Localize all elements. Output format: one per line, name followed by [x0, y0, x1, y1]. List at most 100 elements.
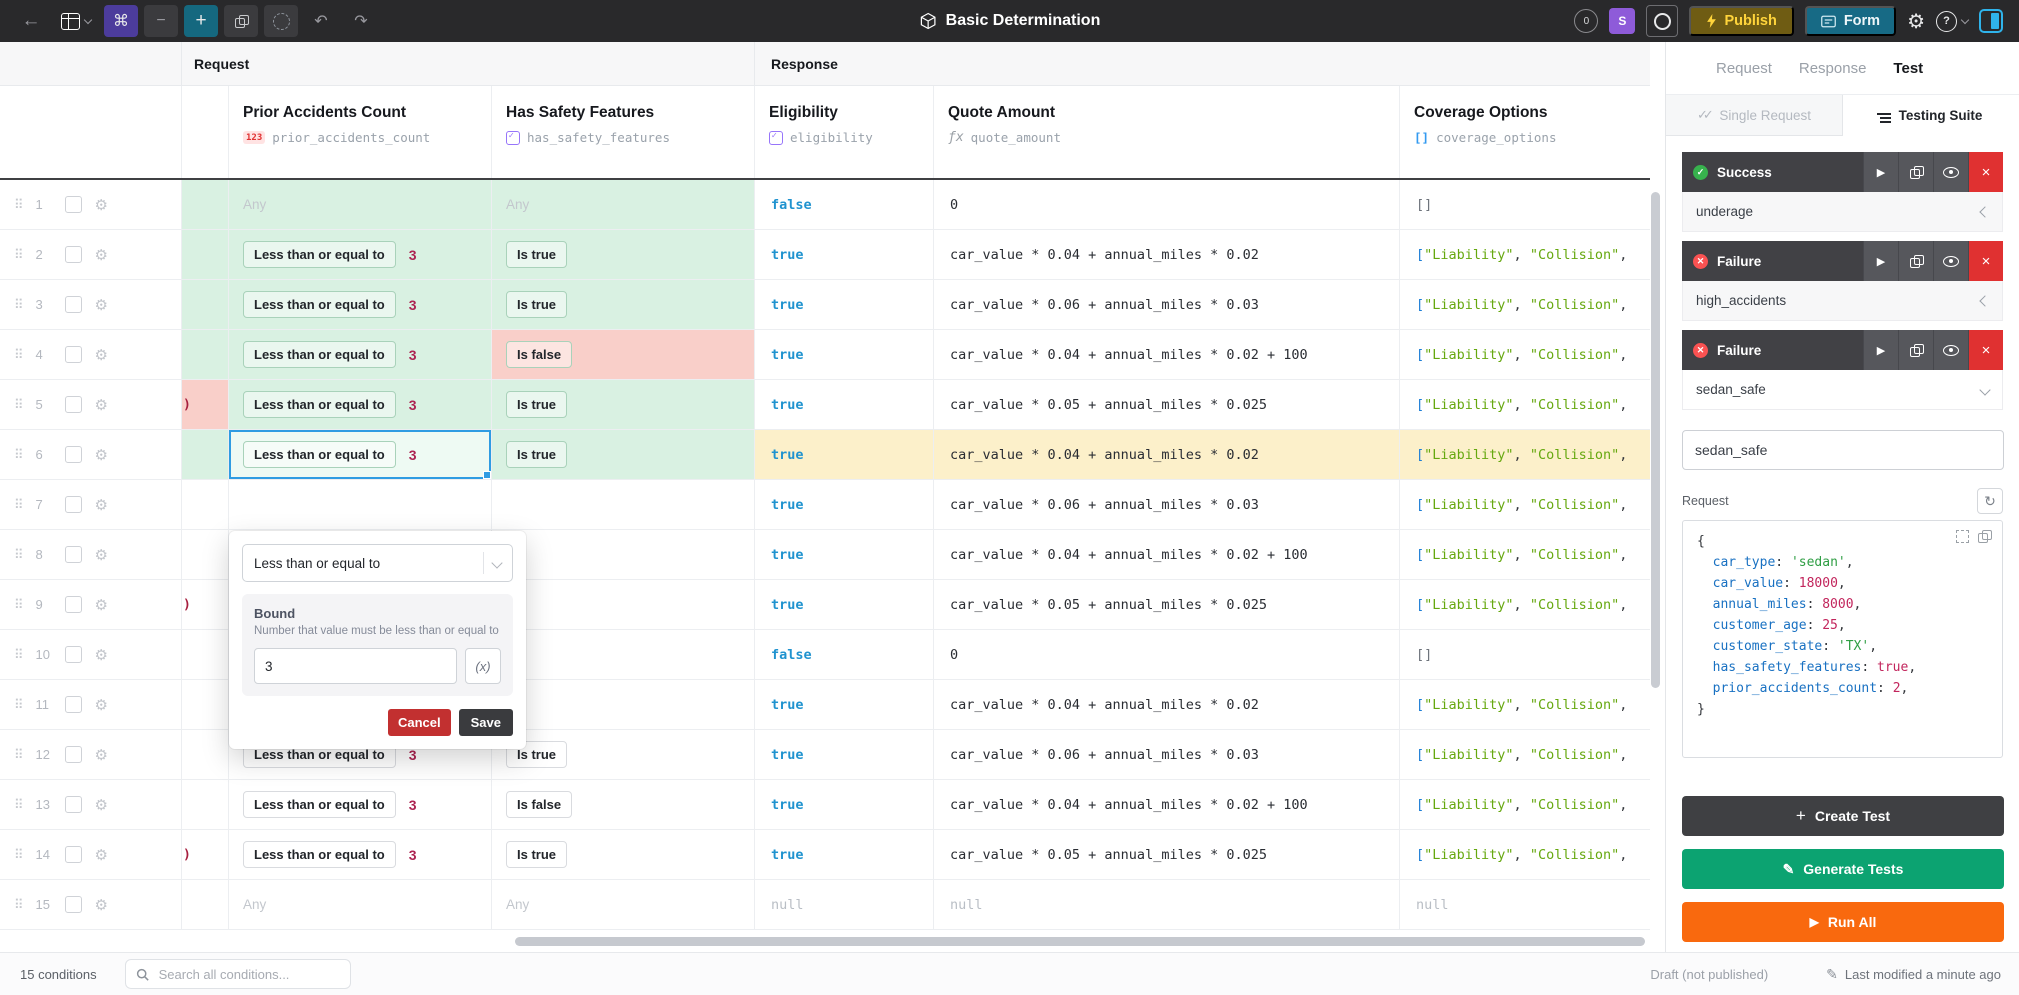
drag-handle-icon[interactable]: ⠿ — [14, 247, 23, 263]
prior-accidents-cell[interactable]: Less than or equal to3 — [229, 830, 492, 879]
back-icon[interactable]: ← — [14, 5, 48, 37]
row-settings-icon[interactable]: ⚙ — [95, 646, 108, 664]
safety-features-cell[interactable]: Is true — [492, 230, 755, 279]
safety-features-cell[interactable] — [492, 480, 755, 529]
quote-amount-cell[interactable]: car_value * 0.06 + annual_miles * 0.03 — [934, 480, 1400, 529]
eligibility-cell[interactable]: true — [755, 580, 934, 629]
bound-input[interactable] — [254, 648, 457, 684]
row-checkbox[interactable] — [65, 296, 82, 313]
drag-handle-icon[interactable]: ⠿ — [14, 547, 23, 563]
safety-features-cell[interactable] — [492, 630, 755, 679]
coverage-options-cell[interactable]: ["Liability", "Collision", — [1400, 380, 1650, 429]
eligibility-cell[interactable]: true — [755, 330, 934, 379]
prior-accidents-cell[interactable]: Any — [229, 880, 492, 929]
safety-features-cell[interactable]: Is true — [492, 430, 755, 479]
safety-features-cell[interactable]: Is true — [492, 830, 755, 879]
prior-accidents-cell[interactable]: Less than or equal to3 — [229, 330, 492, 379]
duplicate-test-button[interactable] — [1898, 241, 1933, 281]
row-checkbox[interactable] — [65, 896, 82, 913]
settings-gear-icon[interactable]: ⚙ — [1907, 9, 1925, 34]
view-test-button[interactable] — [1933, 330, 1968, 370]
coverage-options-cell[interactable]: ["Liability", "Collision", — [1400, 730, 1650, 779]
prior-accidents-cell[interactable]: Less than or equal to3 — [229, 280, 492, 329]
form-button[interactable]: Form — [1805, 6, 1896, 36]
eligibility-cell[interactable]: true — [755, 280, 934, 329]
quote-amount-cell[interactable]: 0 — [934, 180, 1400, 229]
search-box[interactable] — [125, 959, 351, 989]
row-settings-icon[interactable]: ⚙ — [95, 746, 108, 764]
run-test-button[interactable]: ▶ — [1863, 241, 1898, 281]
eligibility-cell[interactable]: true — [755, 380, 934, 429]
coverage-options-cell[interactable]: ["Liability", "Collision", — [1400, 530, 1650, 579]
row-settings-icon[interactable]: ⚙ — [95, 496, 108, 514]
drag-handle-icon[interactable]: ⠿ — [14, 697, 23, 713]
generate-tests-button[interactable]: ✎Generate Tests — [1682, 849, 2004, 889]
remove-row-button[interactable]: − — [144, 5, 178, 37]
quote-amount-cell[interactable]: car_value * 0.04 + annual_miles * 0.02 — [934, 680, 1400, 729]
row-checkbox[interactable] — [65, 646, 82, 663]
prior-accidents-cell[interactable]: Less than or equal to3 — [229, 380, 492, 429]
tab-test[interactable]: Test — [1893, 60, 1923, 77]
coverage-options-cell[interactable]: ["Liability", "Collision", — [1400, 330, 1650, 379]
test-name-row[interactable]: underage — [1682, 192, 2003, 232]
run-test-button[interactable]: ▶ — [1863, 330, 1898, 370]
test-name-row[interactable]: sedan_safe — [1682, 370, 2003, 410]
tab-request[interactable]: Request — [1716, 60, 1772, 77]
eligibility-cell[interactable]: false — [755, 630, 934, 679]
quote-amount-cell[interactable]: car_value * 0.05 + annual_miles * 0.025 — [934, 830, 1400, 879]
safety-features-cell[interactable]: Is true — [492, 380, 755, 429]
row-checkbox[interactable] — [65, 846, 82, 863]
safety-features-cell[interactable] — [492, 530, 755, 579]
drag-handle-icon[interactable]: ⠿ — [14, 347, 23, 363]
add-row-button[interactable]: + — [184, 5, 218, 37]
subtab-testing-suite[interactable]: Testing Suite — [1842, 95, 2019, 136]
row-checkbox[interactable] — [65, 496, 82, 513]
drag-handle-icon[interactable]: ⠿ — [14, 747, 23, 763]
column-header-coverage-options[interactable]: Coverage Options []coverage_options — [1400, 86, 1650, 178]
row-settings-icon[interactable]: ⚙ — [95, 796, 108, 814]
expand-icon[interactable] — [1956, 530, 1969, 543]
row-checkbox[interactable] — [65, 696, 82, 713]
view-test-button[interactable] — [1933, 241, 1968, 281]
safety-features-cell[interactable]: Any — [492, 180, 755, 229]
undo-button[interactable]: ↶ — [304, 5, 338, 37]
test-name-row[interactable]: high_accidents — [1682, 281, 2003, 321]
column-header-has-safety-features[interactable]: Has Safety Features has_safety_features — [492, 86, 755, 178]
expression-mode-button[interactable]: (x) — [465, 648, 501, 684]
run-all-button[interactable]: ▶Run All — [1682, 902, 2004, 942]
eligibility-cell[interactable]: true — [755, 780, 934, 829]
avatar[interactable]: S — [1609, 8, 1635, 34]
coverage-options-cell[interactable]: ["Liability", "Collision", — [1400, 830, 1650, 879]
coverage-options-cell[interactable]: ["Liability", "Collision", — [1400, 680, 1650, 729]
row-checkbox[interactable] — [65, 546, 82, 563]
drag-handle-icon[interactable]: ⠿ — [14, 847, 23, 863]
quote-amount-cell[interactable]: car_value * 0.04 + annual_miles * 0.02 +… — [934, 330, 1400, 379]
prior-accidents-cell[interactable]: Less than or equal to3 — [229, 230, 492, 279]
safety-features-cell[interactable]: Is false — [492, 780, 755, 829]
row-settings-icon[interactable]: ⚙ — [95, 896, 108, 914]
quote-amount-cell[interactable]: null — [934, 880, 1400, 929]
drag-handle-icon[interactable]: ⠿ — [14, 447, 23, 463]
coverage-options-cell[interactable]: ["Liability", "Collision", — [1400, 480, 1650, 529]
row-settings-icon[interactable]: ⚙ — [95, 346, 108, 364]
duplicate-test-button[interactable] — [1898, 152, 1933, 192]
coverage-options-cell[interactable]: ["Liability", "Collision", — [1400, 280, 1650, 329]
delete-test-button[interactable]: × — [1968, 330, 2003, 370]
eligibility-cell[interactable]: true — [755, 480, 934, 529]
create-test-button[interactable]: +Create Test — [1682, 796, 2004, 836]
safety-features-cell[interactable] — [492, 580, 755, 629]
request-json-editor[interactable]: { car_type: 'sedan', car_value: 18000, a… — [1682, 520, 2003, 758]
row-checkbox[interactable] — [65, 446, 82, 463]
eligibility-cell[interactable]: true — [755, 830, 934, 879]
row-settings-icon[interactable]: ⚙ — [95, 696, 108, 714]
watchers-icon[interactable]: 0 — [1574, 9, 1598, 33]
quote-amount-cell[interactable]: car_value * 0.04 + annual_miles * 0.02 +… — [934, 780, 1400, 829]
coverage-options-cell[interactable]: ["Liability", "Collision", — [1400, 430, 1650, 479]
coverage-options-cell[interactable]: null — [1400, 880, 1650, 929]
quote-amount-cell[interactable]: car_value * 0.06 + annual_miles * 0.03 — [934, 280, 1400, 329]
row-settings-icon[interactable]: ⚙ — [95, 446, 108, 464]
duplicate-test-button[interactable] — [1898, 330, 1933, 370]
view-test-button[interactable] — [1933, 152, 1968, 192]
vertical-scrollbar[interactable] — [1651, 192, 1660, 688]
coverage-options-cell[interactable]: ["Liability", "Collision", — [1400, 230, 1650, 279]
